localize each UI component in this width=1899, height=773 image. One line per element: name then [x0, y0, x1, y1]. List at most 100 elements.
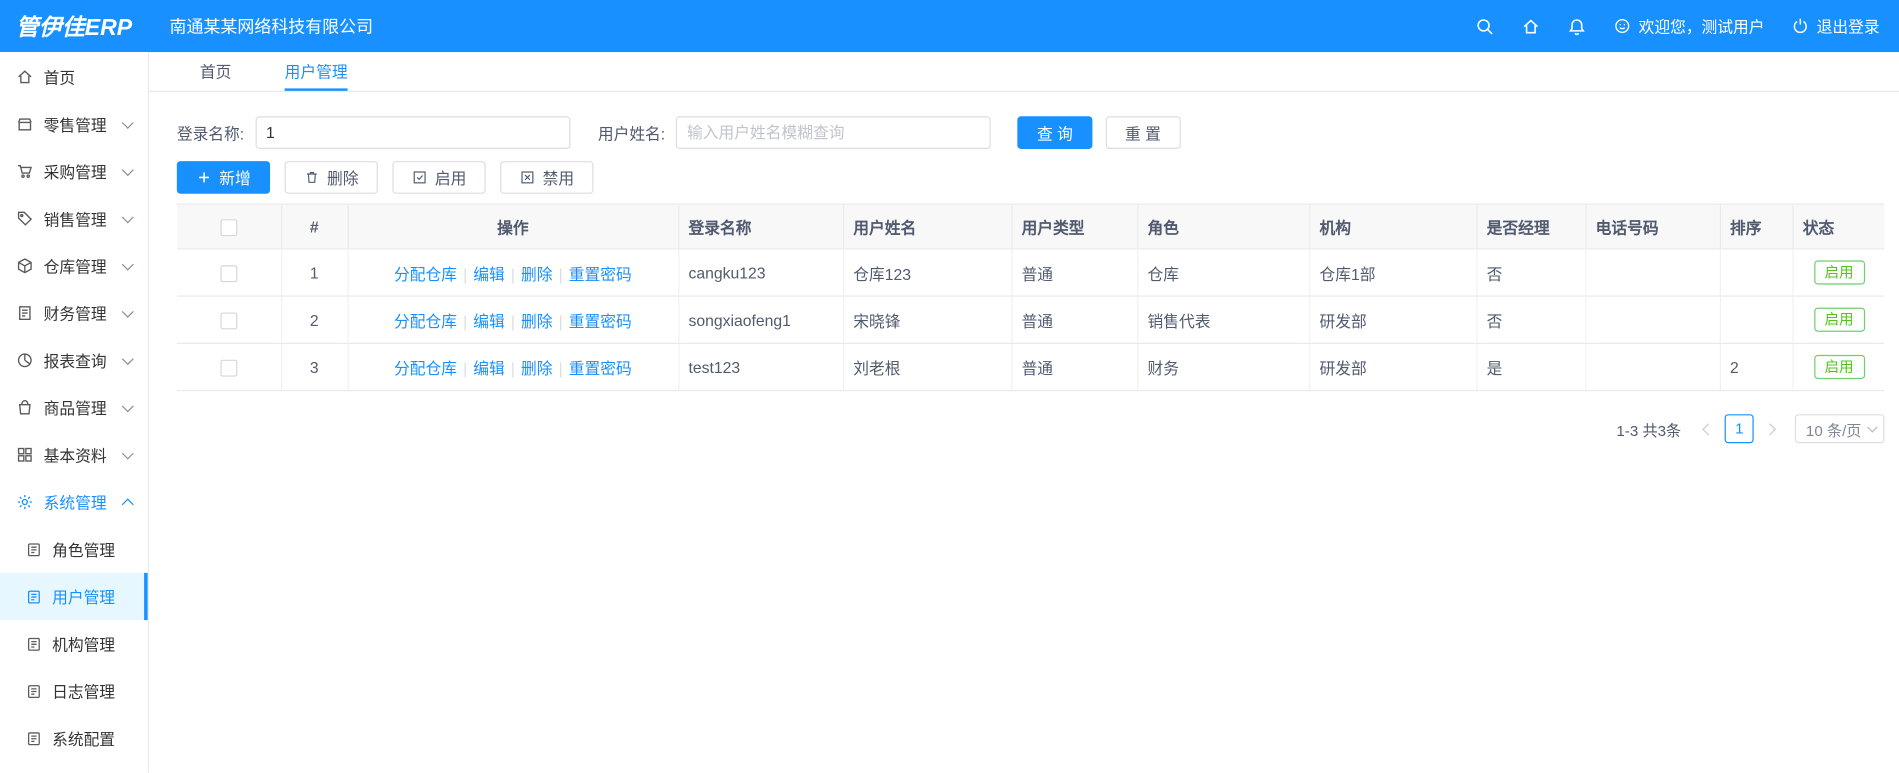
- row-checkbox[interactable]: [220, 264, 238, 282]
- bell-icon[interactable]: [1567, 16, 1586, 35]
- document-icon: [25, 541, 42, 558]
- cell-type: 普通: [1011, 248, 1138, 297]
- reset-button[interactable]: 重 置: [1105, 116, 1181, 149]
- col-header-manager: 是否经理: [1476, 203, 1586, 250]
- cell-type: 普通: [1011, 296, 1138, 344]
- assign-warehouse-link[interactable]: 分配仓库: [394, 359, 457, 377]
- logout-button[interactable]: 退出登录: [1791, 15, 1880, 38]
- sidebar-item-goods[interactable]: 商品管理: [0, 384, 148, 431]
- col-header-type: 用户类型: [1011, 203, 1138, 250]
- power-icon: [1791, 17, 1809, 35]
- tab-home[interactable]: 首页: [200, 52, 232, 91]
- sidebar-item-label: 系统配置: [52, 730, 116, 749]
- enable-button[interactable]: 启用: [392, 161, 486, 194]
- user-name-label: 用户姓名:: [597, 124, 666, 143]
- chevron-down-icon: [121, 352, 134, 365]
- sidebar-item-sales[interactable]: 销售管理: [0, 195, 148, 242]
- sidebar-item-label: 用户管理: [52, 588, 116, 607]
- row-checkbox[interactable]: [220, 312, 238, 330]
- col-header-role: 角色: [1137, 203, 1310, 250]
- cell-phone: [1585, 248, 1721, 297]
- cell-login: cangku123: [678, 248, 844, 297]
- sidebar-item-warehouse[interactable]: 仓库管理: [0, 242, 148, 289]
- cell-manager: 否: [1476, 248, 1586, 297]
- prev-page-button[interactable]: [1693, 414, 1720, 443]
- assign-warehouse-link[interactable]: 分配仓库: [394, 265, 457, 283]
- welcome-text: 欢迎您，测试用户: [1638, 18, 1765, 37]
- delete-link[interactable]: 删除: [521, 265, 553, 283]
- top-header: 管伊佳ERP 南通某某网络科技有限公司 欢迎您，测试用户 退出登录: [0, 0, 1899, 53]
- chevron-down-icon: [121, 446, 134, 459]
- cell-type: 普通: [1011, 343, 1138, 392]
- edit-link[interactable]: 编辑: [473, 359, 505, 377]
- status-badge[interactable]: 启用: [1813, 260, 1865, 285]
- sidebar-item-label: 日志管理: [52, 683, 116, 702]
- edit-link[interactable]: 编辑: [473, 265, 505, 283]
- edit-link[interactable]: 编辑: [473, 312, 505, 330]
- sidebar-item-user-mgmt[interactable]: 用户管理: [0, 572, 148, 621]
- tab-user-mgmt[interactable]: 用户管理: [284, 52, 348, 91]
- chevron-down-icon: [121, 399, 134, 412]
- row-checkbox[interactable]: [220, 359, 238, 377]
- sidebar-item-role-mgmt[interactable]: 角色管理: [0, 526, 148, 573]
- cell-org: 研发部: [1309, 343, 1477, 392]
- retail-icon: [16, 115, 34, 133]
- chevron-down-icon: [1867, 421, 1878, 433]
- warehouse-icon: [16, 257, 34, 275]
- sidebar-item-org-mgmt[interactable]: 机构管理: [0, 620, 148, 667]
- sidebar-item-purchase[interactable]: 采购管理: [0, 148, 148, 195]
- delete-link[interactable]: 删除: [521, 359, 553, 377]
- delete-link[interactable]: 删除: [521, 312, 553, 330]
- search-icon[interactable]: [1475, 16, 1494, 35]
- cell-sort: [1719, 248, 1794, 297]
- sidebar-item-reports[interactable]: 报表查询: [0, 337, 148, 384]
- next-page-button[interactable]: [1759, 414, 1786, 443]
- cell-org: 仓库1部: [1309, 248, 1477, 297]
- reset-password-link[interactable]: 重置密码: [569, 312, 632, 330]
- col-header-index: #: [280, 203, 349, 250]
- col-header-login: 登录名称: [678, 203, 844, 250]
- reset-password-link[interactable]: 重置密码: [569, 359, 632, 377]
- sidebar-item-basic-data[interactable]: 基本资料: [0, 431, 148, 478]
- sidebar-item-label: 首页: [43, 69, 76, 88]
- document-icon: [25, 635, 42, 652]
- row-index: 2: [280, 296, 349, 344]
- cell-sort: [1719, 296, 1794, 344]
- sidebar-item-system[interactable]: 系统管理: [0, 478, 148, 525]
- cell-login: test123: [678, 343, 844, 392]
- toolbar: 新增 删除 启用 禁用: [176, 161, 1871, 194]
- finance-icon: [16, 304, 34, 322]
- sales-icon: [16, 210, 34, 228]
- status-badge[interactable]: 启用: [1813, 307, 1865, 332]
- sidebar-item-label: 采购管理: [43, 163, 107, 182]
- current-page[interactable]: 1: [1724, 414, 1754, 444]
- status-badge[interactable]: 启用: [1813, 354, 1865, 380]
- user-name-input[interactable]: [676, 116, 991, 149]
- sidebar-item-finance[interactable]: 财务管理: [0, 289, 148, 336]
- cell-phone: [1585, 343, 1721, 392]
- add-button[interactable]: 新增: [176, 161, 271, 194]
- cell-manager: 是: [1476, 343, 1586, 392]
- reset-password-link[interactable]: 重置密码: [569, 265, 632, 283]
- table-row: 1 分配仓库 | 编辑 | 删除 | 重置密码 cangku123 仓库123 普通 仓库 …: [176, 248, 1885, 297]
- page-size-select[interactable]: 10 条/页: [1795, 414, 1885, 444]
- select-all-checkbox[interactable]: [220, 218, 238, 236]
- sidebar-item-log-mgmt[interactable]: 日志管理: [0, 667, 148, 714]
- sidebar-item-home[interactable]: 首页: [0, 53, 148, 100]
- sidebar-item-label: 商品管理: [43, 399, 107, 418]
- home-icon[interactable]: [1521, 16, 1540, 35]
- chevron-down-icon: [121, 210, 134, 223]
- assign-warehouse-link[interactable]: 分配仓库: [394, 312, 457, 330]
- login-name-label: 登录名称:: [176, 124, 245, 143]
- sidebar-item-retail[interactable]: 零售管理: [0, 101, 148, 148]
- chevron-down-icon: [121, 258, 134, 271]
- delete-button[interactable]: 删除: [284, 161, 378, 194]
- disable-button[interactable]: 禁用: [500, 161, 594, 194]
- cell-role: 仓库: [1137, 248, 1310, 297]
- cell-login: songxiaofeng1: [678, 296, 844, 344]
- search-button[interactable]: 查 询: [1017, 116, 1093, 149]
- login-name-input[interactable]: [255, 116, 570, 149]
- sidebar-item-sys-config[interactable]: 系统配置: [0, 715, 148, 762]
- welcome-user[interactable]: 欢迎您，测试用户: [1613, 15, 1765, 38]
- purchase-icon: [16, 162, 34, 180]
